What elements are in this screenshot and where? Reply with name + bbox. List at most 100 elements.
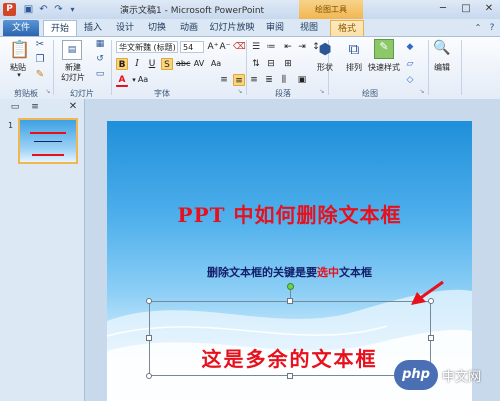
smartart-icon[interactable]: ⊞ bbox=[282, 58, 294, 70]
php-logo: php bbox=[394, 360, 438, 390]
align-left-icon[interactable]: ≡ bbox=[218, 74, 230, 86]
group-separator bbox=[53, 40, 54, 95]
minimize-icon[interactable]: ─ bbox=[432, 2, 454, 16]
decrease-indent-icon[interactable]: ⇤ bbox=[282, 41, 294, 53]
customize-qat-icon[interactable]: ▾ bbox=[66, 3, 79, 16]
thumb-extra-line bbox=[32, 154, 64, 156]
italic-button[interactable]: I bbox=[131, 58, 143, 70]
outline-tab-icon[interactable]: ≡ bbox=[26, 101, 44, 113]
editing-button[interactable]: 编辑 bbox=[428, 62, 456, 73]
justify-icon[interactable]: ≣ bbox=[263, 74, 275, 86]
tab-transitions[interactable]: 切换 bbox=[144, 20, 170, 36]
resize-handle-bottom-left[interactable] bbox=[146, 373, 152, 379]
arrange-button[interactable]: 排列 bbox=[342, 62, 366, 73]
font-color-icon[interactable]: A bbox=[116, 74, 128, 87]
resize-handle-bottom[interactable] bbox=[287, 373, 293, 379]
slides-tab-icon[interactable]: ▭ bbox=[6, 101, 24, 113]
find-icon[interactable]: 🔍 bbox=[433, 40, 451, 56]
convert-smartart-icon[interactable]: ▣ bbox=[296, 74, 308, 86]
drawing-launcher-icon[interactable]: ↘ bbox=[418, 88, 426, 95]
align-text-icon[interactable]: ⊟ bbox=[265, 58, 277, 70]
section-icon[interactable]: ▭ bbox=[94, 69, 106, 79]
shape-fill-icon[interactable]: ◆ bbox=[404, 41, 416, 53]
tab-animations[interactable]: 动画 bbox=[176, 20, 202, 36]
tab-home[interactable]: 开始 bbox=[43, 20, 77, 37]
char-spacing-icon[interactable]: AV bbox=[193, 58, 205, 70]
quick-styles-icon[interactable]: ✎ bbox=[374, 39, 394, 59]
reset-icon[interactable]: ↺ bbox=[94, 54, 106, 64]
font-name-select[interactable]: 华文新魏 (标题) bbox=[116, 41, 178, 53]
tab-review[interactable]: 审阅 bbox=[262, 20, 288, 36]
tab-insert[interactable]: 插入 bbox=[80, 20, 106, 36]
paste-dropdown-icon[interactable]: ▾ bbox=[14, 71, 24, 79]
group-label-paragraph: 段落 bbox=[275, 89, 291, 98]
new-slide-label-2[interactable]: 幻灯片 bbox=[56, 72, 90, 83]
new-slide-icon[interactable]: ▤ bbox=[62, 40, 82, 60]
powerpoint-logo-icon[interactable]: P bbox=[3, 3, 16, 16]
group-separator bbox=[246, 40, 247, 95]
copy-icon[interactable]: ❐ bbox=[34, 54, 46, 65]
font-case-icon[interactable]: Aa bbox=[137, 74, 149, 86]
help-icon[interactable]: ? bbox=[486, 20, 498, 36]
watermark: php 中文网 bbox=[394, 358, 496, 394]
watermark-text: 中文网 bbox=[442, 370, 482, 385]
subtitle-text-post: 文本框 bbox=[339, 266, 372, 279]
tab-view[interactable]: 视图 bbox=[296, 20, 322, 36]
slide-title[interactable]: PPT 中如何删除文本框 bbox=[107, 199, 472, 228]
group-label-font: 字体 bbox=[154, 89, 170, 98]
resize-handle-top-left[interactable] bbox=[146, 298, 152, 304]
thumb-title-line bbox=[30, 132, 66, 134]
tab-format[interactable]: 格式 bbox=[330, 20, 364, 37]
grow-font-icon[interactable]: A⁺ bbox=[207, 41, 219, 53]
quick-styles-button[interactable]: 快速样式 bbox=[366, 62, 402, 73]
layout-icon[interactable]: ▦ bbox=[94, 39, 106, 49]
shapes-button[interactable]: 形状 bbox=[312, 62, 338, 73]
undo-icon[interactable]: ↶ bbox=[37, 3, 50, 16]
underline-button[interactable]: U bbox=[146, 58, 158, 70]
slide-subtitle[interactable]: 删除文本框的关键是要选中文本框 bbox=[107, 264, 472, 280]
shrink-font-icon[interactable]: A⁻ bbox=[219, 41, 231, 53]
maximize-icon[interactable]: □ bbox=[455, 2, 477, 16]
bullets-icon[interactable]: ☰ bbox=[250, 41, 262, 53]
resize-handle-top[interactable] bbox=[287, 298, 293, 304]
resize-handle-right[interactable] bbox=[428, 335, 434, 341]
resize-handle-left[interactable] bbox=[146, 335, 152, 341]
save-icon[interactable]: ▣ bbox=[22, 3, 35, 16]
font-size-select[interactable]: 54 bbox=[180, 41, 204, 53]
slide-thumbnail[interactable] bbox=[18, 118, 78, 164]
minimize-ribbon-icon[interactable]: ⌃ bbox=[472, 20, 484, 36]
font-launcher-icon[interactable]: ↘ bbox=[236, 88, 244, 95]
arrange-icon[interactable]: ⧉ bbox=[345, 40, 363, 58]
align-right-icon[interactable]: ≡ bbox=[248, 74, 260, 86]
tab-file[interactable]: 文件 bbox=[3, 20, 39, 36]
shadow-button[interactable]: S bbox=[161, 58, 173, 70]
tab-design[interactable]: 设计 bbox=[112, 20, 138, 36]
group-label-drawing: 绘图 bbox=[362, 89, 378, 98]
paste-icon[interactable]: 📋 bbox=[9, 40, 30, 60]
bold-button[interactable]: B bbox=[116, 58, 128, 70]
subtitle-highlight: 选中 bbox=[317, 266, 339, 279]
close-panel-icon[interactable]: ✕ bbox=[64, 101, 82, 113]
increase-indent-icon[interactable]: ⇥ bbox=[296, 41, 308, 53]
strikethrough-button[interactable]: abc bbox=[176, 58, 190, 70]
group-separator bbox=[461, 40, 462, 95]
numbering-icon[interactable]: ≔ bbox=[265, 41, 277, 53]
ribbon-tabs: 文件 开始 插入 设计 切换 动画 幻灯片放映 审阅 视图 格式 ⌃ ? bbox=[0, 19, 500, 37]
align-center-icon[interactable]: ≡ bbox=[233, 74, 245, 86]
clear-format-icon[interactable]: ⌫ bbox=[233, 41, 246, 53]
shapes-icon[interactable]: ⬢ bbox=[315, 40, 335, 58]
change-case-icon[interactable]: Aa bbox=[210, 58, 222, 70]
clipboard-launcher-icon[interactable]: ↘ bbox=[44, 88, 52, 95]
text-direction-icon[interactable]: ⇅ bbox=[250, 58, 262, 70]
format-painter-icon[interactable]: ✎ bbox=[34, 69, 46, 80]
tab-slideshow[interactable]: 幻灯片放映 bbox=[208, 20, 256, 36]
close-icon[interactable]: ✕ bbox=[478, 2, 500, 16]
rotation-handle[interactable] bbox=[287, 283, 294, 290]
cut-icon[interactable]: ✂ bbox=[34, 39, 46, 50]
shape-outline-icon[interactable]: ▱ bbox=[404, 58, 416, 70]
redo-icon[interactable]: ↷ bbox=[52, 3, 65, 16]
shape-effects-icon[interactable]: ◇ bbox=[404, 74, 416, 86]
columns-icon[interactable]: ⫼ bbox=[278, 74, 290, 86]
drawing-tools-header: 绘图工具 bbox=[299, 0, 363, 19]
slide-number: 1 bbox=[8, 121, 14, 130]
